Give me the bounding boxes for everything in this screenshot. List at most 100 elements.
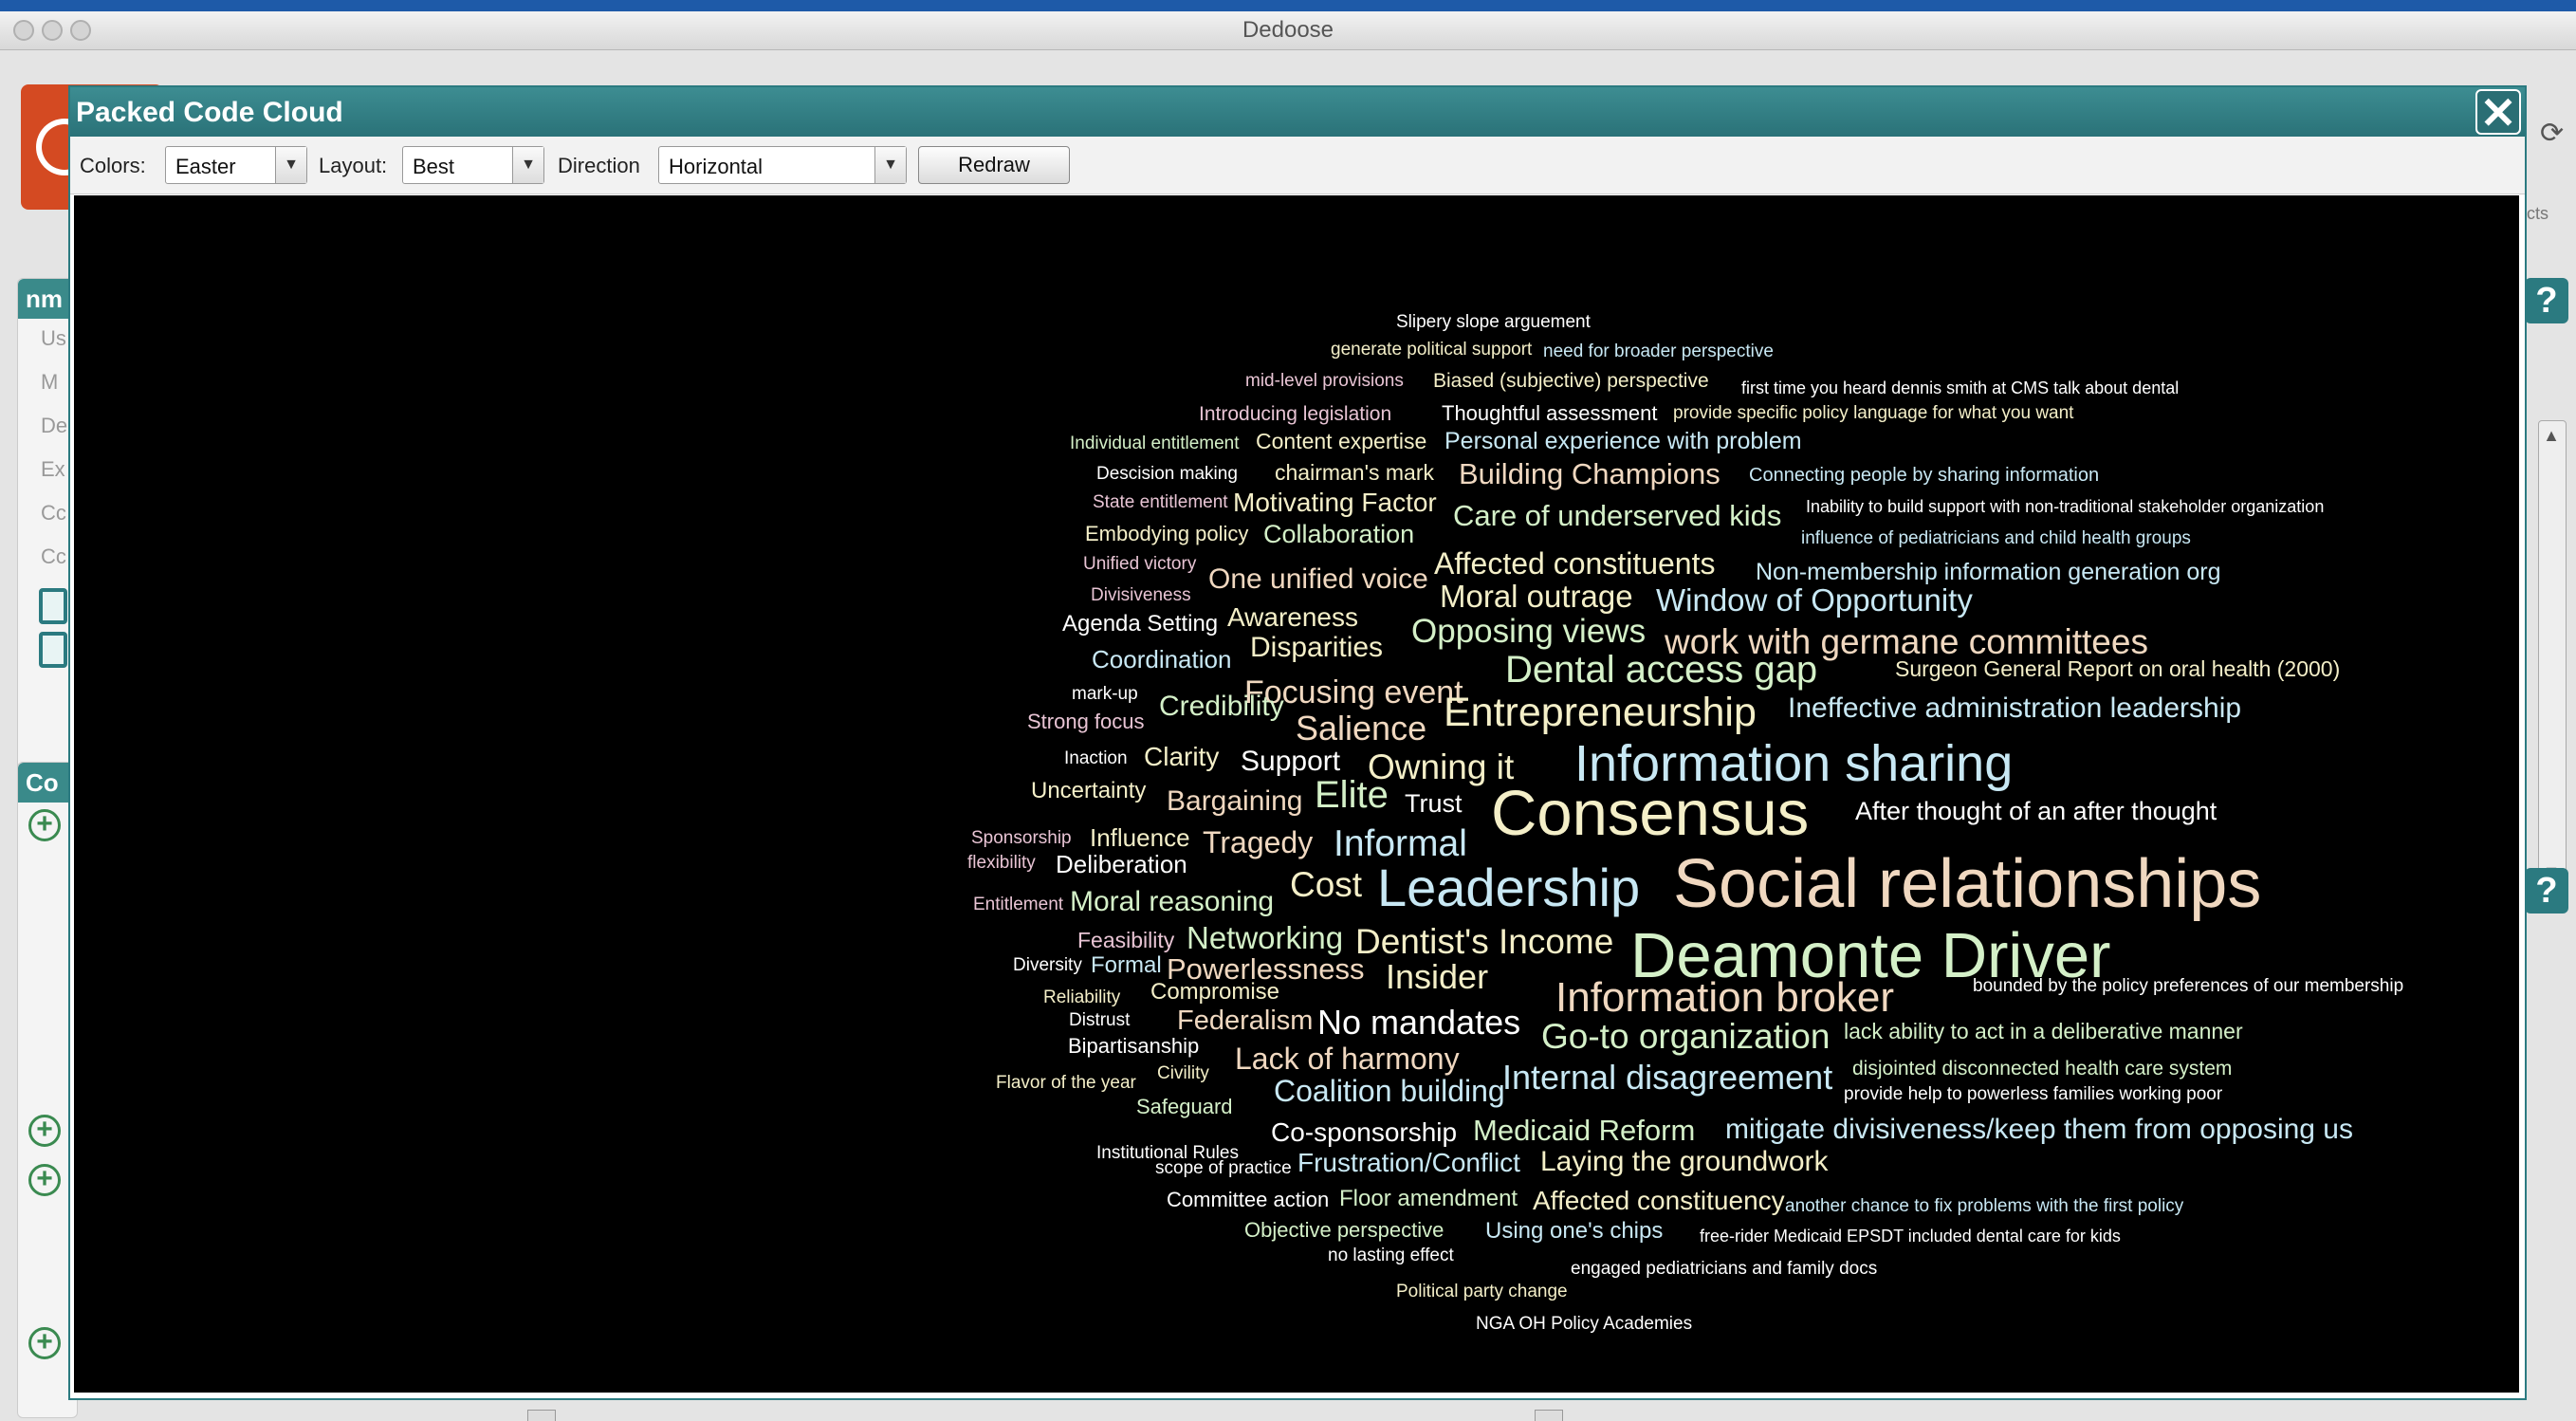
code-word[interactable]: Objective perspective	[1244, 1220, 1444, 1241]
right-scrollbar[interactable]: ▲ ▼	[2538, 420, 2567, 887]
code-word[interactable]: Formal	[1091, 954, 1162, 977]
code-word[interactable]: Entitlement	[973, 895, 1063, 914]
code-word[interactable]: Consensus	[1491, 782, 1809, 845]
code-word[interactable]: Sponsorship	[971, 829, 1072, 847]
code-word[interactable]: Support	[1241, 747, 1340, 776]
code-word[interactable]: Introducing legislation	[1199, 404, 1391, 424]
code-word[interactable]: No mandates	[1317, 1006, 1520, 1040]
redraw-button[interactable]: Redraw	[918, 146, 1070, 184]
code-word[interactable]: Collaboration	[1263, 522, 1414, 547]
code-word[interactable]: Agenda Setting	[1062, 613, 1218, 636]
code-word[interactable]: Building Champions	[1459, 459, 1720, 489]
code-word[interactable]: flexibility	[967, 854, 1036, 872]
code-word[interactable]: influence of pediatricians and child hea…	[1801, 529, 2191, 547]
code-word[interactable]: Slipery slope arguement	[1396, 313, 1591, 331]
code-word[interactable]: Political party change	[1396, 1283, 1568, 1301]
code-word[interactable]: Embodying policy	[1085, 524, 1248, 544]
code-word[interactable]: Strong focus	[1027, 711, 1145, 732]
code-word[interactable]: Insider	[1386, 960, 1488, 994]
code-word[interactable]: Using one's chips	[1485, 1220, 1663, 1243]
code-word[interactable]: Motivating Factor	[1233, 489, 1437, 516]
code-word[interactable]: Surgeon General Report on oral health (2…	[1895, 658, 2340, 680]
code-word[interactable]: Clarity	[1144, 744, 1219, 770]
code-word[interactable]: first time you heard dennis smith at CMS…	[1741, 379, 2179, 397]
code-word[interactable]: Flavor of the year	[996, 1074, 1136, 1092]
code-word[interactable]: another chance to fix problems with the …	[1785, 1197, 2183, 1215]
code-word[interactable]: provide help to powerless families worki…	[1844, 1085, 2222, 1103]
code-word[interactable]: Information broker	[1555, 977, 1894, 1019]
close-dialog-button[interactable]: ✕	[2475, 89, 2521, 135]
help-icon[interactable]: ?	[2525, 868, 2568, 914]
resize-handle[interactable]	[527, 1410, 556, 1421]
code-word[interactable]: Personal experience with problem	[1444, 430, 1802, 453]
code-word[interactable]: free-rider Medicaid EPSDT included denta…	[1700, 1227, 2121, 1245]
code-word[interactable]: Safeguard	[1136, 1097, 1233, 1117]
code-word[interactable]: disjointed disconnected health care syst…	[1852, 1059, 2232, 1079]
code-word[interactable]: mid-level provisions	[1245, 372, 1404, 390]
code-word[interactable]: Coalition building	[1274, 1076, 1505, 1106]
direction-select[interactable]: Horizontal ▼	[658, 146, 907, 184]
code-word[interactable]: Moral outrage	[1440, 581, 1633, 612]
code-word[interactable]: Committee action	[1167, 1190, 1329, 1210]
help-icon[interactable]: ?	[2525, 278, 2568, 323]
code-word[interactable]: Influence	[1090, 825, 1190, 850]
code-word[interactable]: Civility	[1157, 1064, 1209, 1082]
code-word[interactable]: Salience	[1296, 711, 1426, 746]
code-word[interactable]: After thought of an after thought	[1855, 799, 2217, 824]
code-word[interactable]: Internal disagreement	[1502, 1061, 1832, 1095]
code-word[interactable]: Care of underserved kids	[1453, 501, 1781, 530]
code-word[interactable]: Coordination	[1092, 647, 1231, 672]
scroll-up-icon[interactable]: ▲	[2541, 423, 2562, 448]
code-word[interactable]: Individual entitlement	[1070, 434, 1240, 452]
code-word[interactable]: Laying the groundwork	[1540, 1148, 1829, 1176]
code-word[interactable]: Bipartisanship	[1068, 1036, 1199, 1057]
code-word[interactable]: Frustration/Conflict	[1297, 1150, 1520, 1176]
code-word[interactable]: Dental access gap	[1505, 651, 1817, 689]
code-word[interactable]: Reliability	[1043, 988, 1120, 1006]
code-word[interactable]: Trust	[1405, 791, 1463, 817]
code-word[interactable]: Diversity	[1013, 956, 1082, 974]
code-word[interactable]: Opposing views	[1411, 615, 1646, 648]
resize-handle[interactable]	[1535, 1410, 1563, 1421]
code-word[interactable]: Tragedy	[1203, 827, 1313, 858]
code-word[interactable]: mark-up	[1072, 685, 1138, 703]
code-word[interactable]: Inaction	[1064, 749, 1128, 767]
code-word[interactable]: Ineffective administration leadership	[1788, 694, 2241, 723]
code-word[interactable]: Deliberation	[1056, 852, 1187, 877]
add-icon[interactable]: +	[28, 809, 61, 841]
code-word[interactable]: Floor amendment	[1339, 1188, 1518, 1210]
code-word[interactable]: State entitlement	[1093, 493, 1228, 511]
code-word[interactable]: Divisiveness	[1091, 586, 1191, 604]
code-word[interactable]: Social relationships	[1673, 850, 2261, 918]
export-icon[interactable]	[39, 632, 67, 668]
code-word[interactable]: Affected constituents	[1434, 548, 1715, 579]
code-word[interactable]: no lasting effect	[1328, 1246, 1454, 1264]
code-word[interactable]: Awareness	[1227, 604, 1358, 631]
code-word[interactable]: Co-sponsorship	[1271, 1119, 1457, 1146]
code-word[interactable]: Distrust	[1069, 1011, 1130, 1029]
code-word[interactable]: provide specific policy language for wha…	[1673, 404, 2073, 422]
code-word[interactable]: Cost	[1290, 867, 1362, 902]
code-word[interactable]: bounded by the policy preferences of our…	[1973, 977, 2403, 995]
add-icon[interactable]: +	[28, 1164, 61, 1196]
code-word[interactable]: Medicaid Reform	[1473, 1116, 1695, 1145]
code-word[interactable]: chairman's mark	[1275, 462, 1434, 484]
code-word[interactable]: Feasibility	[1077, 930, 1174, 951]
add-icon[interactable]: +	[28, 1115, 61, 1147]
code-word[interactable]: mitigate divisiveness/keep them from opp…	[1725, 1116, 2353, 1144]
code-word[interactable]: Non-membership information generation or…	[1756, 561, 2221, 584]
layout-select[interactable]: Best ▼	[402, 146, 544, 184]
code-word[interactable]: Descision making	[1096, 465, 1238, 483]
code-word[interactable]: Networking	[1187, 922, 1343, 953]
code-word[interactable]: Window of Opportunity	[1656, 584, 1973, 616]
code-word[interactable]: Federalism	[1177, 1007, 1313, 1035]
import-icon[interactable]	[39, 588, 67, 624]
code-word[interactable]: scope of practice	[1155, 1159, 1292, 1177]
code-word[interactable]: Elite	[1315, 776, 1389, 814]
code-word[interactable]: Entrepreneurship	[1444, 692, 1757, 733]
code-word[interactable]: lack ability to act in a deliberative ma…	[1844, 1021, 2243, 1043]
code-word[interactable]: Biased (subjective) perspective	[1433, 371, 1709, 391]
code-word[interactable]: need for broader perspective	[1543, 342, 1774, 360]
code-word[interactable]: Content expertise	[1256, 431, 1426, 452]
code-word[interactable]: Dentist's Income	[1355, 924, 1613, 959]
